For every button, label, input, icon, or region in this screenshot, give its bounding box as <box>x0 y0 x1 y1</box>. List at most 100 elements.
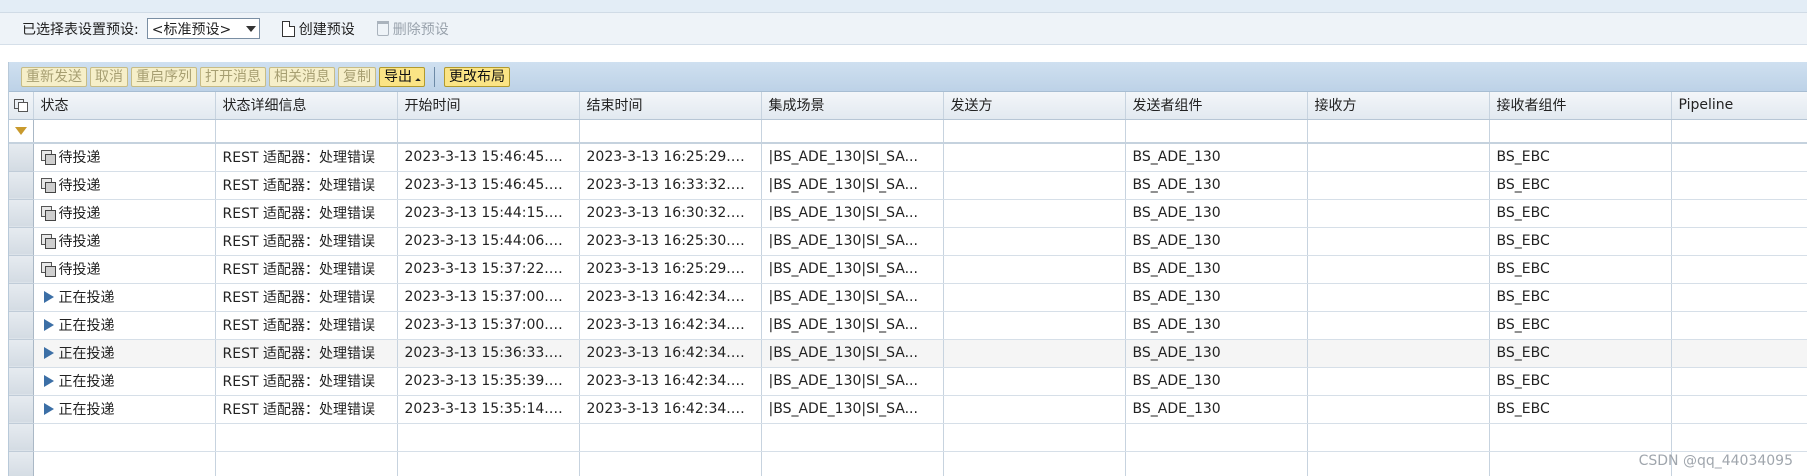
row-selector[interactable] <box>9 143 34 172</box>
change-layout-button[interactable]: 更改布局 <box>444 66 510 87</box>
open-message-button[interactable]: 打开消息 <box>200 66 266 87</box>
related-messages-button[interactable]: 相关消息 <box>269 66 335 87</box>
column-header-sender-component[interactable]: 发送者组件 <box>1125 92 1308 120</box>
cell-sender-component: BS_ADE_130 <box>1125 143 1308 172</box>
cancel-button[interactable]: 取消 <box>90 66 128 87</box>
filter-cell[interactable] <box>1489 119 1672 144</box>
waiting-icon <box>40 206 56 221</box>
row-selector[interactable] <box>9 311 34 340</box>
cell-end: 2023-3-13 16:33:32.911 <box>579 171 762 200</box>
cell-pipeline <box>1671 339 1807 368</box>
column-header-pipeline[interactable]: Pipeline <box>1671 92 1807 120</box>
cell-sender-component: BS_ADE_130 <box>1125 339 1308 368</box>
cell-start: 2023-3-13 15:44:15.583 <box>397 199 580 228</box>
cell-receiver-component: BS_EBC <box>1489 283 1672 312</box>
export-button[interactable]: 导出 <box>379 66 425 87</box>
cell-end: 2023-3-13 16:30:32.265 <box>579 199 762 228</box>
resend-button[interactable]: 重新发送 <box>21 66 87 87</box>
waiting-icon <box>40 178 56 193</box>
filter-cell[interactable] <box>397 119 580 144</box>
table-row[interactable]: 待投递 REST 适配器：处理错误 2023-3-13 15:44:15.583 20… <box>9 199 1807 228</box>
status-cell: 待投递 <box>33 171 216 200</box>
header-row: 状态 状态详细信息 开始时间 结束时间 集成场景 发送方 发送者组件 接收方 接… <box>9 92 1807 120</box>
table-row[interactable]: 正在投递 REST 适配器：处理错误 2023-3-13 15:35:39.355 2… <box>9 367 1807 396</box>
filter-cell[interactable] <box>579 119 762 144</box>
row-selector[interactable] <box>9 367 34 396</box>
row-selector[interactable] <box>9 255 34 284</box>
cell-start: 2023-3-13 15:37:22.747 <box>397 255 580 284</box>
cell-receiver <box>1307 283 1490 312</box>
column-header-receiver[interactable]: 接收方 <box>1307 92 1490 120</box>
table-row[interactable]: 待投递 REST 适配器：处理错误 2023-3-13 15:44:06.206 20… <box>9 227 1807 256</box>
cell-end: 2023-3-13 16:42:34.848 <box>579 395 762 424</box>
cell-receiver-component: BS_EBC <box>1489 395 1672 424</box>
filter-cell[interactable] <box>33 119 216 144</box>
column-header-status[interactable]: 状态 <box>33 92 216 120</box>
cell-end: 2023-3-13 16:42:34.932 <box>579 283 762 312</box>
copy-button[interactable]: 复制 <box>338 66 376 87</box>
preset-select[interactable]: <标准预设> <box>146 18 260 39</box>
row-selector[interactable] <box>9 171 34 200</box>
column-header-receiver-component[interactable]: 接收者组件 <box>1489 92 1672 120</box>
cell-detail: REST 适配器：处理错误 <box>215 339 398 368</box>
cell-detail: REST 适配器：处理错误 <box>215 255 398 284</box>
cell-receiver <box>1307 311 1490 340</box>
filter-cell[interactable] <box>1307 119 1490 144</box>
column-selector[interactable] <box>9 92 34 120</box>
table-row[interactable]: 待投递 REST 适配器：处理错误 2023-3-13 15:46:45.631 20… <box>9 143 1807 172</box>
cell-receiver <box>1307 339 1490 368</box>
cell-pipeline <box>1671 255 1807 284</box>
column-header-start-time[interactable]: 开始时间 <box>397 92 580 120</box>
cell-sender <box>943 311 1126 340</box>
row-selector[interactable] <box>9 423 34 452</box>
cell-sender-component: BS_ADE_130 <box>1125 171 1308 200</box>
filter-cell[interactable] <box>761 119 944 144</box>
cell-start: 2023-3-13 15:46:45.552 <box>397 171 580 200</box>
table-row[interactable]: 正在投递 REST 适配器：处理错误 2023-3-13 15:36:33.402 2… <box>9 339 1807 368</box>
cell-detail: REST 适配器：处理错误 <box>215 143 398 172</box>
table-row[interactable]: 正在投递 REST 适配器：处理错误 2023-3-13 15:37:00.521 2… <box>9 311 1807 340</box>
filter-cell[interactable] <box>215 119 398 144</box>
cell-scenario: |BS_ADE_130|SI_SA... <box>761 339 944 368</box>
cell-end: 2023-3-13 16:25:29.598 <box>579 255 762 284</box>
cell-sender-component: BS_ADE_130 <box>1125 255 1308 284</box>
status-text: 待投递 <box>58 178 101 194</box>
filter-cell[interactable] <box>943 119 1126 144</box>
table-row[interactable]: 正在投递 REST 适配器：处理错误 2023-3-13 15:35:14.275 2… <box>9 395 1807 424</box>
create-preset-label: 创建预设 <box>298 21 355 38</box>
row-selector[interactable] <box>9 283 34 312</box>
cell-pipeline <box>1671 367 1807 396</box>
table-row[interactable]: 正在投递 REST 适配器：处理错误 2023-3-13 15:37:00.532 2… <box>9 283 1807 312</box>
delete-preset-button[interactable]: 删除预设 <box>376 19 449 39</box>
new-document-icon <box>281 20 295 37</box>
table-toolbar: 重新发送 取消 重启序列 打开消息 相关消息 复制 导出 更改布局 <box>9 62 1807 92</box>
row-selector[interactable] <box>9 227 34 256</box>
cell-start: 2023-3-13 15:35:39.355 <box>397 367 580 396</box>
cell-scenario: |BS_ADE_130|SI_SA... <box>761 367 944 396</box>
status-cell: 正在投递 <box>33 395 216 424</box>
row-selector[interactable] <box>9 395 34 424</box>
top-strip <box>0 0 1807 13</box>
table-row[interactable]: 待投递 REST 适配器：处理错误 2023-3-13 15:46:45.552 20… <box>9 171 1807 200</box>
row-selector[interactable] <box>9 339 34 368</box>
table-row[interactable]: 待投递 REST 适配器：处理错误 2023-3-13 15:37:22.747 20… <box>9 255 1807 284</box>
cell-scenario: |BS_ADE_130|SI_SA... <box>761 395 944 424</box>
row-selector[interactable] <box>9 451 34 476</box>
preset-select-value: <标准预设> <box>151 21 232 38</box>
cell-sender <box>943 143 1126 172</box>
column-header-sender[interactable]: 发送方 <box>943 92 1126 120</box>
column-settings-icon <box>14 99 29 113</box>
column-header-end-time[interactable]: 结束时间 <box>579 92 762 120</box>
column-header-status-detail[interactable]: 状态详细信息 <box>215 92 398 120</box>
filter-cell[interactable] <box>1671 119 1807 144</box>
cell-sender-component: BS_ADE_130 <box>1125 311 1308 340</box>
row-selector[interactable] <box>9 199 34 228</box>
watermark: CSDN @qq_44034095 <box>1638 453 1793 469</box>
cell-end: 2023-3-13 16:25:29.549 <box>579 143 762 172</box>
cell-sender <box>943 283 1126 312</box>
column-header-integration-scenario[interactable]: 集成场景 <box>761 92 944 120</box>
create-preset-button[interactable]: 创建预设 <box>281 19 355 39</box>
filter-cell[interactable] <box>1125 119 1308 144</box>
restart-sequence-button[interactable]: 重启序列 <box>131 66 197 87</box>
filter-toggle[interactable] <box>9 119 34 144</box>
